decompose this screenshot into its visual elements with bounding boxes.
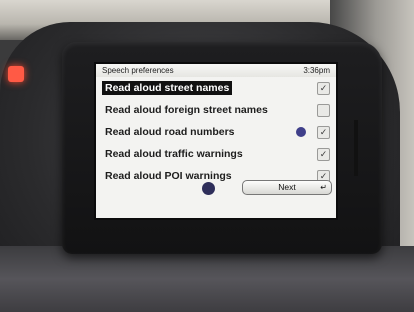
option-street-names[interactable]: Read aloud street names ✓ xyxy=(96,77,336,99)
checkbox-checked-icon[interactable]: ✓ xyxy=(317,82,330,95)
screen-title: Speech preferences xyxy=(102,66,174,75)
navigation-screen: Speech preferences 3:36pm Read aloud str… xyxy=(96,64,336,218)
title-bar: Speech preferences 3:36pm xyxy=(96,64,336,77)
option-label: Read aloud street names xyxy=(102,81,233,95)
next-button[interactable]: Next ↵ xyxy=(242,180,332,195)
touch-indicator-icon xyxy=(202,182,215,195)
return-arrow-icon: ↵ xyxy=(320,183,327,192)
option-label: Read aloud POI warnings xyxy=(105,170,232,182)
option-foreign-street-names[interactable]: Read aloud foreign street names xyxy=(96,99,336,121)
checkbox-unchecked-icon[interactable] xyxy=(317,104,330,117)
dashboard-lower xyxy=(0,246,414,312)
option-label: Read aloud foreign street names xyxy=(105,104,268,116)
touch-indicator-icon xyxy=(296,127,306,137)
option-label: Read aloud traffic warnings xyxy=(105,148,243,160)
option-traffic-warnings[interactable]: Read aloud traffic warnings ✓ xyxy=(96,143,336,165)
clock: 3:36pm xyxy=(303,66,330,75)
option-label: Read aloud road numbers xyxy=(105,126,235,138)
checkbox-checked-icon[interactable]: ✓ xyxy=(317,126,330,139)
next-button-label: Next xyxy=(278,182,296,192)
checkbox-checked-icon[interactable]: ✓ xyxy=(317,148,330,161)
bezel-slot xyxy=(354,120,358,176)
option-road-numbers[interactable]: Read aloud road numbers ✓ xyxy=(96,121,336,143)
airbag-warning-icon xyxy=(8,66,24,82)
